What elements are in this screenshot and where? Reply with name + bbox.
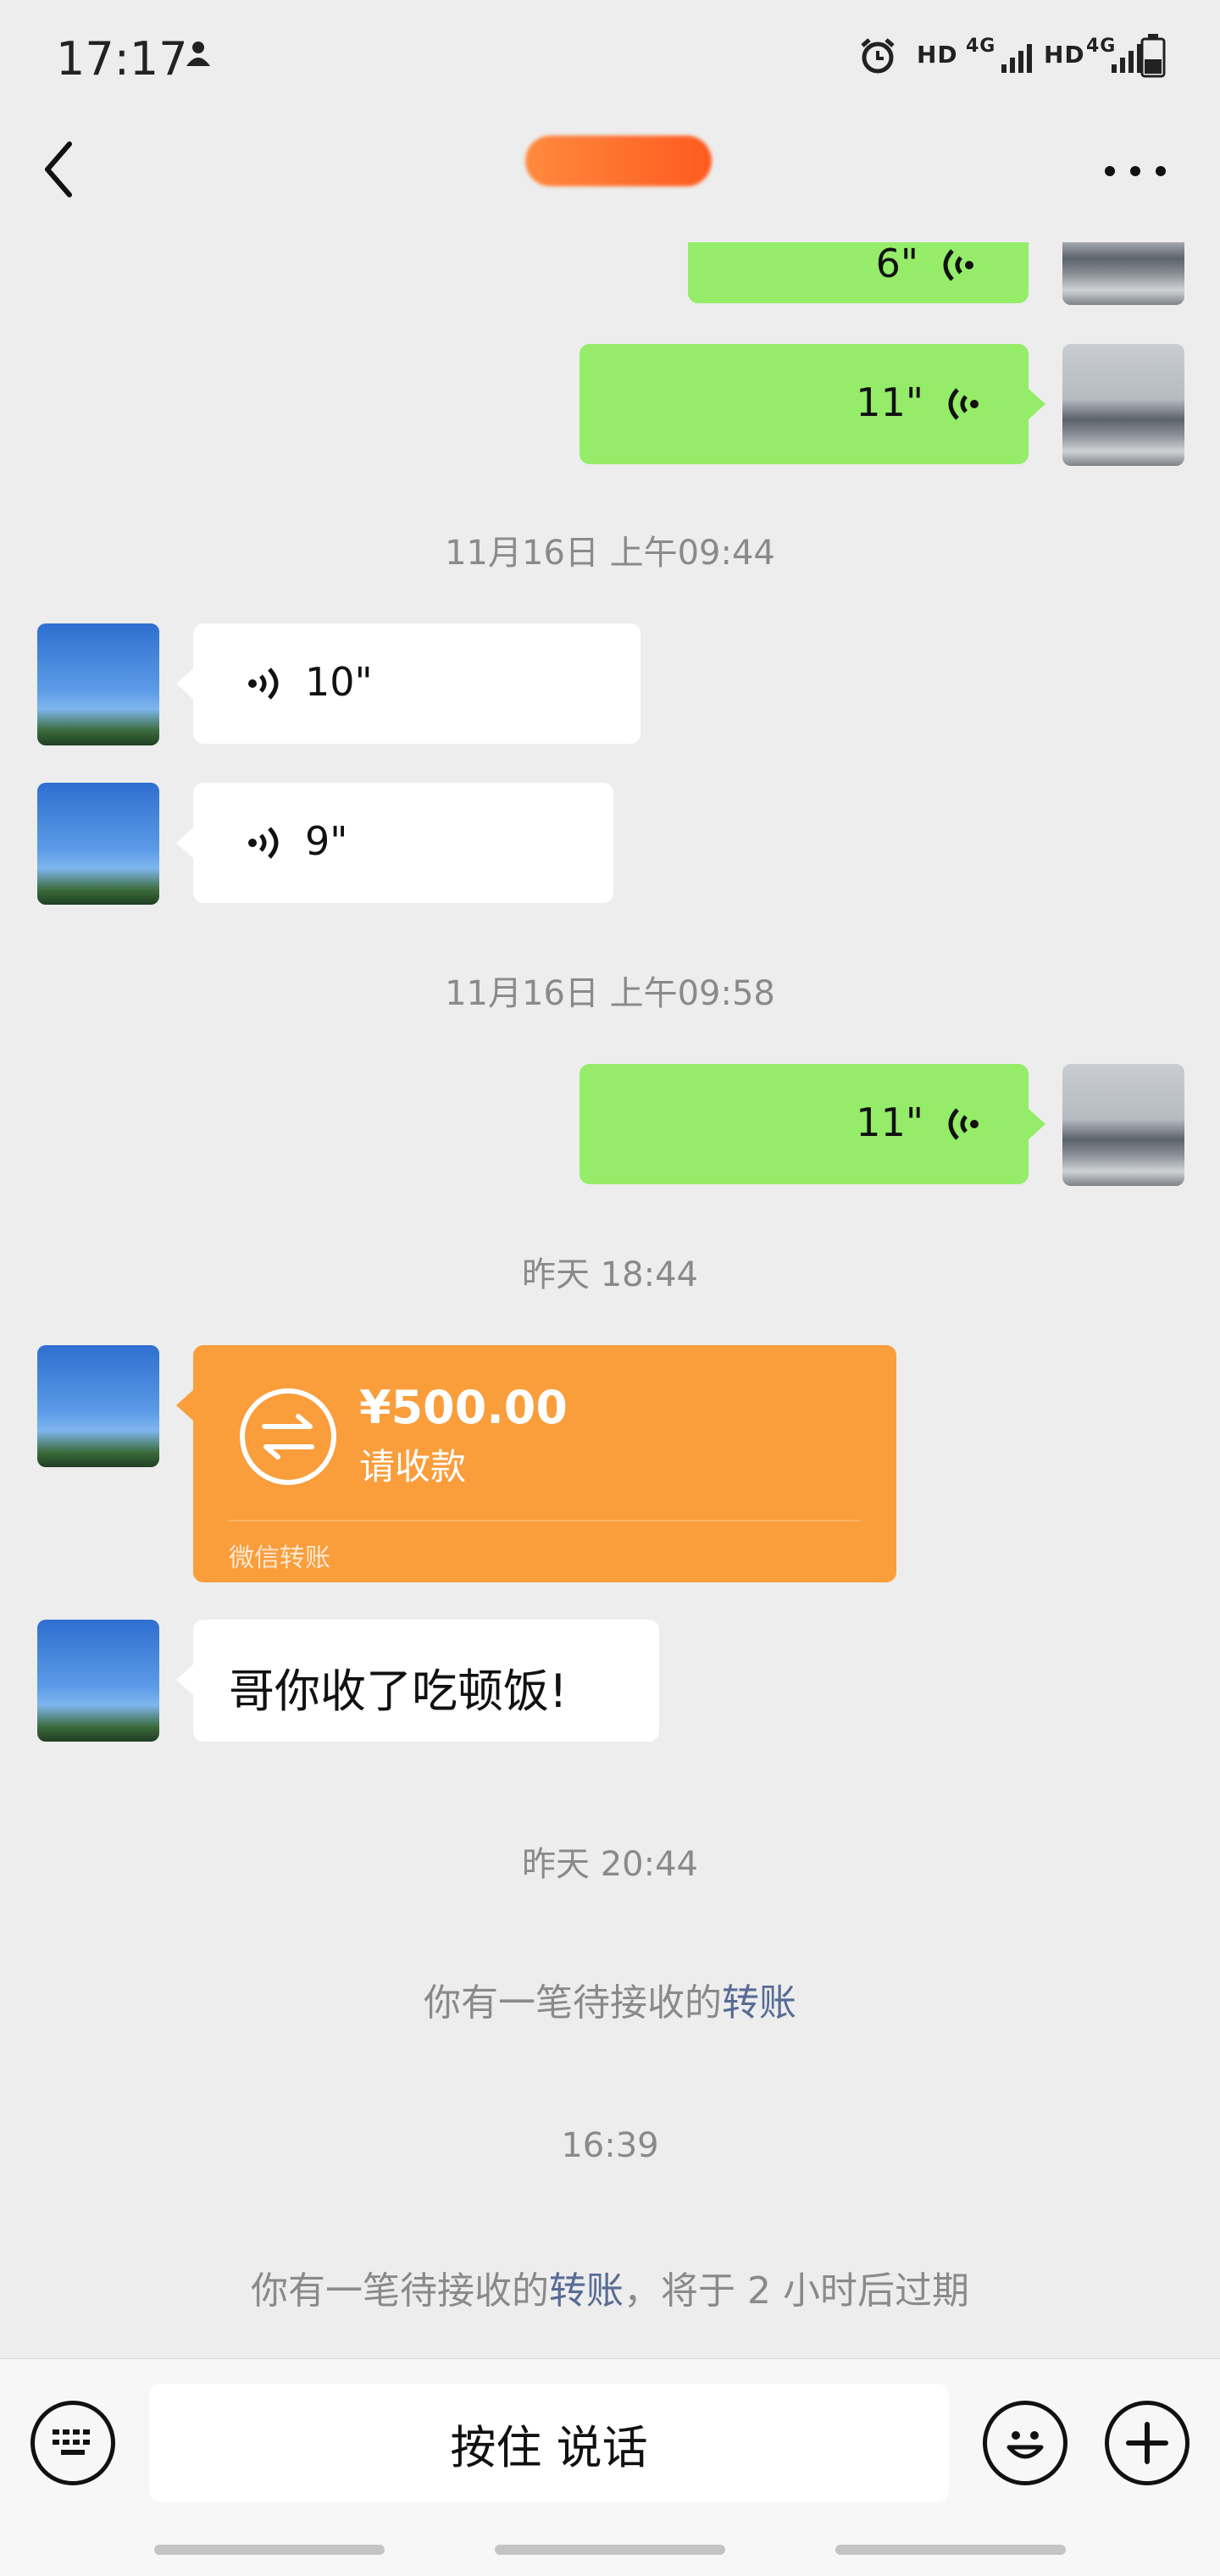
- nav-gesture-bar[interactable]: [495, 2545, 725, 2555]
- hold-to-talk-button[interactable]: 按住 说话: [149, 2384, 949, 2502]
- voice-wave-icon: [244, 662, 286, 708]
- text-bubble[interactable]: 哥你收了吃顿饭!: [193, 1620, 659, 1742]
- plus-icon[interactable]: [1105, 2401, 1190, 2485]
- hd-label-2: HD: [1044, 41, 1085, 69]
- voice-wave-icon: [935, 244, 978, 290]
- message-row: 6": [0, 242, 1220, 310]
- avatar[interactable]: [37, 623, 159, 745]
- bubble-tail: [176, 1665, 193, 1695]
- transfer-link[interactable]: 转账: [549, 2269, 624, 2313]
- alarm-icon: [857, 36, 898, 85]
- timestamp: 昨天 18:44: [522, 1255, 698, 1294]
- avatar[interactable]: [1062, 242, 1184, 305]
- avatar[interactable]: [1062, 1064, 1184, 1186]
- voice-duration: 11": [856, 379, 923, 425]
- voice-bubble[interactable]: 11": [580, 344, 1029, 464]
- voice-bubble[interactable]: 9": [193, 783, 613, 903]
- transfer-amount: ¥500.00: [359, 1381, 568, 1434]
- voice-bubble[interactable]: 6": [688, 242, 1029, 303]
- system-notice: 你有一笔待接收的转账: [0, 1972, 1220, 2026]
- transfer-footer: 微信转账: [229, 1543, 330, 1573]
- system-text: 你有一笔待接收的: [424, 1981, 722, 2025]
- system-text: 你有一笔待接收的: [251, 2269, 550, 2313]
- voice-bubble[interactable]: 10": [193, 623, 640, 744]
- avatar[interactable]: [1062, 344, 1184, 466]
- hd-label-1: HD: [917, 41, 958, 69]
- voice-duration: 11": [856, 1100, 923, 1145]
- system-notice: 你有一笔待接收的转账，将于 2 小时后过期: [0, 2260, 1220, 2314]
- timestamp: 11月16日 上午09:44: [445, 534, 775, 573]
- transfer-link[interactable]: 转账: [722, 1981, 796, 2025]
- timestamp: 昨天 20:44: [522, 1845, 698, 1884]
- back-icon[interactable]: [37, 136, 80, 207]
- signal-label-1: 4G: [966, 36, 996, 57]
- silent-mode-icon: [180, 36, 217, 81]
- voice-bubble[interactable]: 11": [580, 1064, 1029, 1184]
- voice-wave-icon: [940, 383, 983, 429]
- nav-gesture-bar[interactable]: [835, 2545, 1066, 2555]
- avatar[interactable]: [37, 1345, 159, 1467]
- bubble-tail: [176, 668, 193, 699]
- avatar[interactable]: [37, 783, 159, 905]
- nav-gesture-bar[interactable]: [154, 2545, 385, 2555]
- chat-title: [525, 136, 712, 186]
- battery-icon: [1140, 34, 1166, 81]
- voice-wave-icon: [244, 822, 286, 867]
- timestamp: 16:39: [561, 2126, 659, 2165]
- transfer-icon: [237, 1386, 339, 1491]
- signal-bars-icon: [1110, 41, 1144, 78]
- voice-duration: 10": [305, 659, 373, 705]
- timestamp: 11月16日 上午09:58: [445, 974, 775, 1013]
- status-time: 17:17: [56, 32, 188, 86]
- transfer-status: 请收款: [359, 1446, 467, 1487]
- divider: [229, 1520, 861, 1521]
- more-icon[interactable]: [1101, 161, 1169, 185]
- bubble-tail: [176, 1390, 193, 1421]
- message-text: 哥你收了吃顿饭!: [229, 1665, 568, 1718]
- avatar[interactable]: [37, 1620, 159, 1742]
- bubble-tail: [1029, 1109, 1045, 1139]
- signal-bars-icon: [1000, 41, 1034, 78]
- emoji-icon[interactable]: [983, 2401, 1068, 2485]
- system-text: ，将于 2 小时后过期: [624, 2269, 969, 2313]
- bubble-tail: [176, 828, 193, 858]
- voice-duration: 9": [305, 818, 348, 864]
- voice-duration: 6": [875, 242, 918, 286]
- bubble-tail: [1029, 389, 1045, 419]
- keyboard-icon[interactable]: [30, 2401, 115, 2485]
- transfer-card[interactable]: ¥500.00 请收款 微信转账: [193, 1345, 896, 1582]
- voice-wave-icon: [940, 1103, 983, 1149]
